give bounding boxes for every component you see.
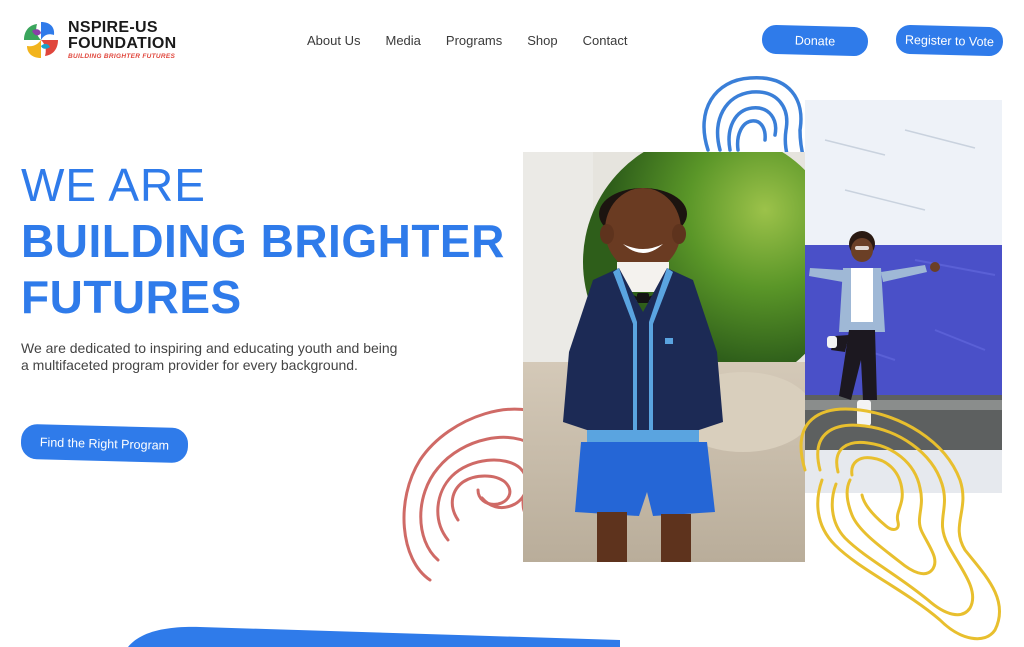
bottom-wave-shape [128,626,620,647]
